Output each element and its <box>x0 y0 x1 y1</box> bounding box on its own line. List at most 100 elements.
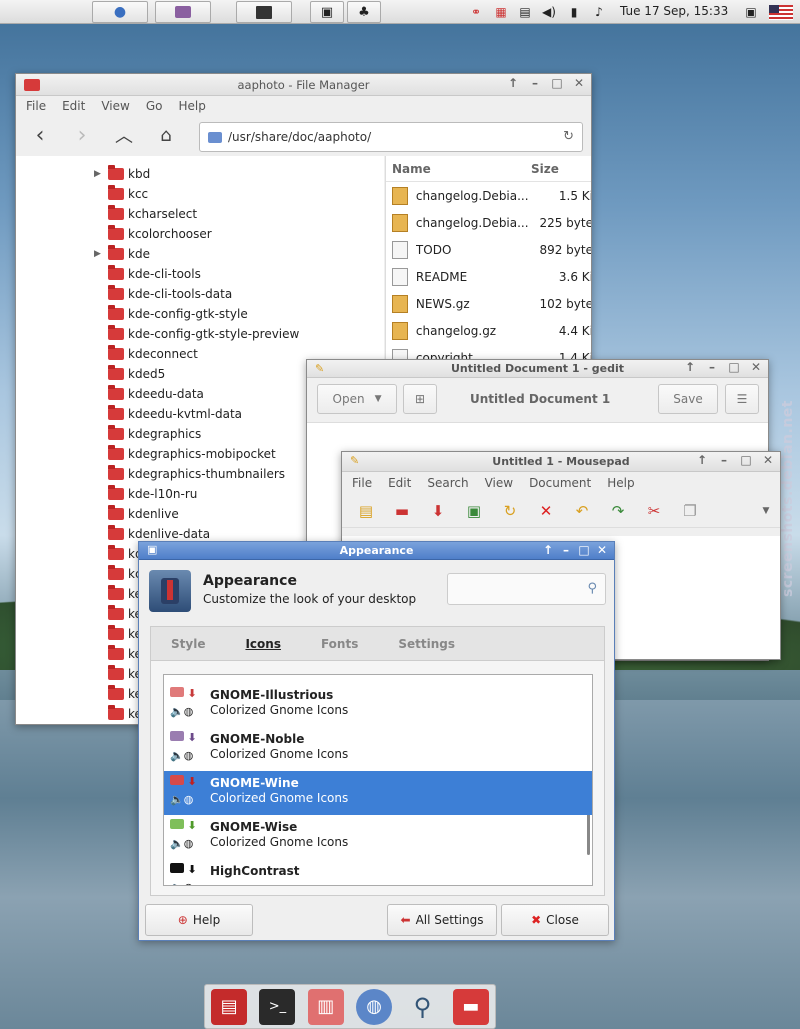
tree-item[interactable]: ▶ kbd <box>94 164 150 184</box>
tab-style[interactable]: Style <box>151 637 225 651</box>
tab-fonts[interactable]: Fonts <box>301 637 378 651</box>
up-button[interactable]: ︿ <box>110 121 138 149</box>
maximize-button[interactable]: □ <box>728 360 740 374</box>
new-tab-button[interactable]: ⊞ <box>403 384 437 414</box>
tree-item[interactable]: ke <box>94 584 142 604</box>
redo-icon[interactable]: ↷ <box>608 502 628 520</box>
tree-item[interactable]: kc <box>94 564 142 584</box>
tree-item[interactable]: kcharselect <box>94 204 197 224</box>
tree-item[interactable]: kded5 <box>94 364 165 384</box>
us-flag-icon[interactable] <box>768 3 794 21</box>
tree-item[interactable]: kdenlive <box>94 504 179 524</box>
new-document-icon[interactable]: ▤ <box>356 502 376 520</box>
notification-bell-icon[interactable]: ♪ <box>590 3 608 21</box>
menu-help[interactable]: Help <box>178 99 205 113</box>
tree-item[interactable]: kde-cli-tools <box>94 264 201 284</box>
close-dialog-button[interactable]: ✖ Close <box>501 904 609 936</box>
file-row[interactable]: TODO 892 byte <box>386 236 591 263</box>
overflow-icon[interactable]: ▼ <box>756 506 776 516</box>
keep-above-button[interactable]: ↑ <box>542 543 554 557</box>
tab-icons[interactable]: Icons <box>225 637 301 651</box>
reload-icon[interactable]: ↻ <box>563 129 574 144</box>
file-manager-titlebar[interactable]: aaphoto - File Manager ↑ – □ ✕ <box>16 74 591 96</box>
tree-item[interactable]: kde-config-gtk-style <box>94 304 248 324</box>
minimize-button[interactable]: – <box>560 543 572 557</box>
clock[interactable]: Tue 17 Sep, 15:33 <box>620 4 728 18</box>
column-name[interactable]: Name <box>386 162 531 176</box>
minimize-button[interactable]: – <box>718 453 730 467</box>
dock-web-browser[interactable]: ◍ <box>356 988 393 1025</box>
icon-theme-item[interactable]: ⬇ 🔈◍ GNOME-Wise Colorized Gnome Icons <box>164 815 592 859</box>
all-settings-button[interactable]: ⬅ All Settings <box>387 904 497 936</box>
file-row[interactable]: NEWS.gz 102 byte <box>386 290 591 317</box>
save-as-icon[interactable]: ▣ <box>464 502 484 520</box>
minimize-button[interactable]: – <box>529 76 541 90</box>
home-button[interactable]: ⌂ <box>152 121 180 149</box>
menu-file[interactable]: File <box>352 476 372 490</box>
dock-search[interactable]: ⚲ <box>404 989 440 1025</box>
undo-icon[interactable]: ↶ <box>572 502 592 520</box>
close-button[interactable]: ✕ <box>573 76 585 90</box>
volume-icon[interactable]: ◀) <box>540 3 558 21</box>
icon-theme-item[interactable]: ⬇ 🔈◍ HighContrast <box>164 859 592 885</box>
mousepad-titlebar[interactable]: ✎ Untitled 1 - Mousepad ↑ – □ ✕ <box>342 452 780 472</box>
maximize-button[interactable]: □ <box>578 543 590 557</box>
network-icon[interactable]: ▦ <box>492 3 510 21</box>
menu-file[interactable]: File <box>26 99 46 113</box>
tree-item[interactable]: kcolorchooser <box>94 224 212 244</box>
keep-above-button[interactable]: ↑ <box>507 76 519 90</box>
gedit-titlebar[interactable]: ✎ Untitled Document 1 - gedit ↑ – □ ✕ <box>307 360 768 378</box>
icon-theme-item[interactable]: ⬇ 🔈◍ GNOME-Wine Colorized Gnome Icons <box>164 771 592 815</box>
icon-theme-item[interactable]: ⬇ 🔈◍ GNOME-Illustrious Colorized Gnome Icon… <box>164 683 592 727</box>
file-row[interactable]: README 3.6 Ki <box>386 263 591 290</box>
menu-search[interactable]: Search <box>427 476 468 490</box>
taskbar-windows-button[interactable]: ▣ <box>310 1 344 23</box>
save-icon[interactable]: ⬇ <box>428 502 448 520</box>
tree-item[interactable]: ▶ kde <box>94 244 150 264</box>
taskbar-browser-button[interactable]: ● <box>92 1 148 23</box>
menu-view[interactable]: View <box>101 99 129 113</box>
tree-item[interactable]: ke <box>94 664 142 684</box>
file-row[interactable]: changelog.Debia... 1.5 Ki <box>386 182 591 209</box>
forward-button[interactable]: › <box>68 121 96 149</box>
icon-theme-item[interactable]: ⬇ 🔈◍ GNOME-Noble Colorized Gnome Icons <box>164 727 592 771</box>
close-document-icon[interactable]: ✕ <box>536 502 556 520</box>
menu-edit[interactable]: Edit <box>388 476 411 490</box>
tree-item[interactable]: kdegraphics-thumbnailers <box>94 464 285 484</box>
maximize-button[interactable]: □ <box>551 76 563 90</box>
back-button[interactable]: ‹ <box>26 121 54 149</box>
dock-file-manager[interactable]: ▥ <box>307 988 344 1025</box>
keep-above-button[interactable]: ↑ <box>684 360 696 374</box>
update-icon[interactable]: ▣ <box>742 3 760 21</box>
reload-icon[interactable]: ↻ <box>500 502 520 520</box>
battery-icon[interactable]: ▮ <box>565 3 583 21</box>
expander-arrow-icon[interactable]: ▶ <box>94 249 104 259</box>
hamburger-menu-button[interactable]: ☰ <box>725 384 759 414</box>
close-button[interactable]: ✕ <box>596 543 608 557</box>
dock-show-desktop[interactable]: ▤ <box>211 988 248 1025</box>
link-icon[interactable]: ⚭ <box>467 3 485 21</box>
appearance-titlebar[interactable]: ▣ Appearance ↑ – □ ✕ <box>139 542 614 560</box>
tree-item[interactable]: kdeedu-data <box>94 384 204 404</box>
open-folder-icon[interactable]: ▬ <box>392 502 412 520</box>
tree-item[interactable]: kde-config-gtk-style-preview <box>94 324 299 344</box>
file-row[interactable]: changelog.Debia... 225 byte <box>386 209 591 236</box>
dock-terminal[interactable]: >_ <box>259 988 296 1025</box>
tree-item[interactable]: ke <box>94 684 142 704</box>
column-size[interactable]: Size <box>531 162 559 176</box>
save-button[interactable]: Save <box>658 384 718 414</box>
keep-above-button[interactable]: ↑ <box>696 453 708 467</box>
tab-settings[interactable]: Settings <box>378 637 475 651</box>
tree-item[interactable]: ke <box>94 624 142 644</box>
taskbar-app-button[interactable]: ♣ <box>347 1 381 23</box>
location-bar[interactable]: /usr/share/doc/aaphoto/ ↻ <box>199 122 583 152</box>
tree-item[interactable]: kde-l10n-ru <box>94 484 197 504</box>
tree-item[interactable]: ke <box>94 604 142 624</box>
taskbar-terminal-button[interactable] <box>236 1 292 23</box>
expander-arrow-icon[interactable]: ▶ <box>94 169 104 179</box>
taskbar-file-manager-button[interactable] <box>155 1 211 23</box>
menu-edit[interactable]: Edit <box>62 99 85 113</box>
help-button[interactable]: ⊕ Help <box>145 904 253 936</box>
search-input[interactable]: ⚲ <box>447 573 606 605</box>
tree-item[interactable]: kdegraphics <box>94 424 201 444</box>
